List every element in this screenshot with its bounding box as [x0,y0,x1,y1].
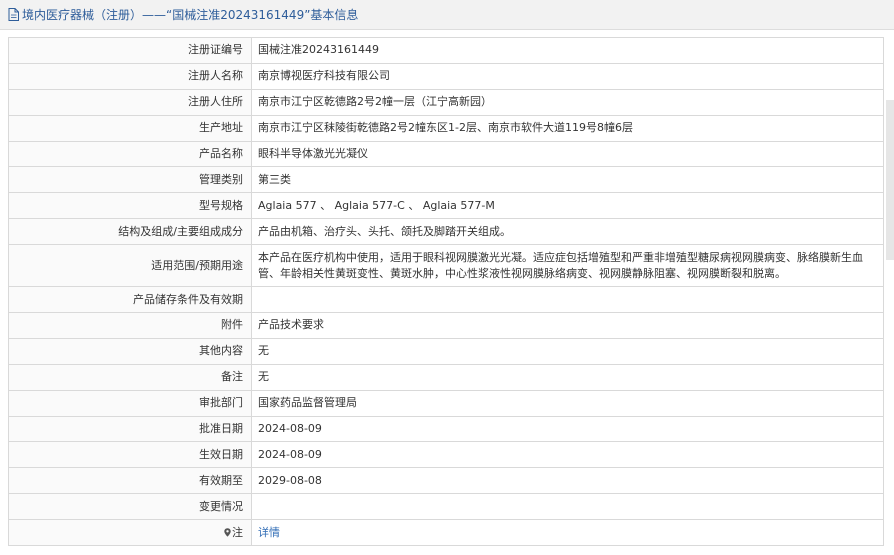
row-label: 注册人住所 [8,88,252,116]
row-label: 适用范围/预期用途 [8,244,252,288]
row-label: 其他内容 [8,337,252,365]
row-value: 本产品在医疗机构中使用，适用于眼科视网膜激光光凝。适应症包括增殖型和严重非增殖型… [251,244,884,288]
row-label: 生产地址 [8,114,252,142]
row-label: 产品储存条件及有效期 [8,286,252,314]
table-row: 生效日期 2024-08-09 [8,441,884,469]
row-label: 附件 [8,312,252,339]
row-value: 2024-08-09 [251,441,884,469]
table-row: 产品名称 眼科半导体激光光凝仪 [8,140,884,168]
row-label: 有效期至 [8,467,252,495]
row-value: 详情 [251,519,884,547]
page-header: 境内医疗器械（注册）——“国械注准20243161449”基本信息 [0,0,894,30]
table-row: 其他内容无 [8,337,884,365]
row-value: 国家药品监督管理局 [251,389,884,417]
row-label: 变更情况 [8,493,252,521]
row-value [251,493,884,521]
table-row: 注册证编号 国械注准20243161449 [8,37,884,64]
row-label: 结构及组成/主要组成成分 [8,218,252,246]
table-row: 附件 产品技术要求 [8,312,884,339]
table-row: 适用范围/预期用途 本产品在医疗机构中使用，适用于眼科视网膜激光光凝。适应症包括增… [8,244,884,288]
row-label: 型号规格 [8,192,252,220]
row-label-note: 注 [8,519,252,547]
document-icon [8,8,19,21]
info-table: 注册证编号 国械注准20243161449 注册人名称 南京博视医疗科技有限公司 注… [8,37,884,547]
table-row: 注 详情 [8,519,884,547]
row-value: 国械注准20243161449 [251,37,884,64]
row-label: 产品名称 [8,140,252,168]
row-value: 无 [251,363,884,391]
row-value: 南京市江宁区乾德路2号2幢一层（江宁高新园） [251,88,884,116]
page-title: 境内医疗器械（注册）——“国械注准20243161449”基本信息 [22,8,359,22]
table-row: 批准日期 2024-08-09 [8,415,884,443]
table-row: 变更情况 [8,493,884,521]
row-value: 第三类 [251,166,884,194]
row-label: 注册人名称 [8,62,252,90]
table-row: 备注无 [8,363,884,391]
row-value: 产品技术要求 [251,312,884,339]
row-value: 2024-08-09 [251,415,884,443]
table-row: 生产地址 南京市江宁区秣陵街乾德路2号2幢东区1-2层、南京市软件大道119号8幢… [8,114,884,142]
details-link[interactable]: 详情 [258,526,280,539]
table-row: 型号规格 Aglaia 577 、 Aglaia 577-C 、 Aglaia 5… [8,192,884,220]
note-label: 注 [232,525,243,539]
row-value: 南京博视医疗科技有限公司 [251,62,884,90]
row-value: Aglaia 577 、 Aglaia 577-C 、 Aglaia 577-M [251,192,884,220]
table-row: 结构及组成/主要组成成分 产品由机箱、治疗头、头托、颌托及脚踏开关组成。 [8,218,884,246]
row-value [251,286,884,314]
row-label: 管理类别 [8,166,252,194]
row-value: 产品由机箱、治疗头、头托、颌托及脚踏开关组成。 [251,218,884,246]
row-value: 眼科半导体激光光凝仪 [251,140,884,168]
row-label: 批准日期 [8,415,252,443]
table-row: 注册人住所 南京市江宁区乾德路2号2幢一层（江宁高新园） [8,88,884,116]
row-value: 无 [251,337,884,365]
row-label: 备注 [8,363,252,391]
row-value: 2029-08-08 [251,467,884,495]
table-row: 管理类别 第三类 [8,166,884,194]
table-row: 审批部门 国家药品监督管理局 [8,389,884,417]
row-value: 南京市江宁区秣陵街乾德路2号2幢东区1-2层、南京市软件大道119号8幢6层 [251,114,884,142]
table-row: 有效期至 2029-08-08 [8,467,884,495]
location-pin-icon [224,527,231,537]
row-label: 审批部门 [8,389,252,417]
scrollbar[interactable] [886,100,894,260]
table-row: 注册人名称 南京博视医疗科技有限公司 [8,62,884,90]
row-label: 注册证编号 [8,37,252,64]
row-label: 生效日期 [8,441,252,469]
table-row: 产品储存条件及有效期 [8,286,884,314]
